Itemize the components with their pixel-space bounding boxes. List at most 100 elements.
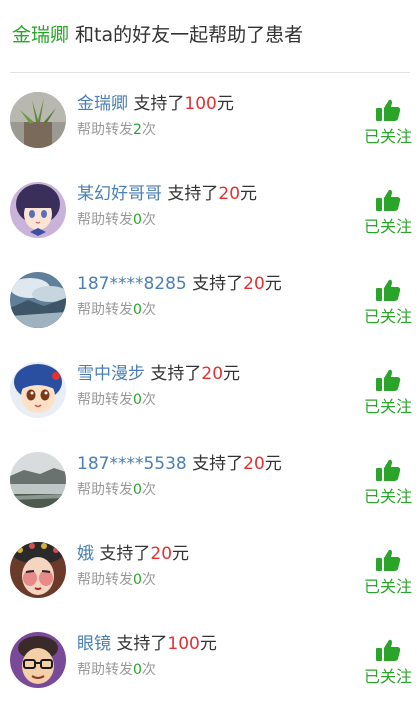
forward-prefix: 帮助转发 (77, 212, 133, 228)
header-text: 和ta的好友一起帮助了患者 (69, 24, 304, 46)
anime-girl-avatar[interactable] (10, 182, 66, 238)
forward-suffix: 次 (141, 662, 156, 678)
support-action-text: 支持了 (186, 454, 244, 474)
forward-count: 0 (133, 572, 142, 588)
follow-button[interactable]: 已关注 (362, 548, 414, 598)
forward-suffix: 次 (141, 482, 156, 498)
supporter-name[interactable]: 眼镜 (77, 634, 111, 654)
support-action-text: 支持了 (162, 184, 219, 204)
supporter-name[interactable]: 某幻好哥哥 (77, 184, 162, 204)
forward-prefix: 帮助转发 (77, 302, 133, 318)
follow-button[interactable]: 已关注 (362, 98, 414, 148)
forward-prefix: 帮助转发 (77, 482, 133, 498)
lake-landscape-avatar[interactable] (10, 452, 66, 508)
forward-info: 帮助转发0次 (77, 390, 156, 410)
supporter-row: 某幻好哥哥 支持了20元 帮助转发0次 已关注 (0, 174, 420, 264)
support-action-text: 支持了 (145, 364, 202, 384)
support-amount: 20 (243, 274, 265, 294)
forward-count: 2 (133, 122, 142, 138)
support-action-text: 支持了 (186, 274, 244, 294)
forward-suffix: 次 (141, 212, 156, 228)
supporter-summary: 眼镜 支持了100元 (77, 632, 217, 656)
follow-label: 已关注 (363, 667, 412, 686)
forward-prefix: 帮助转发 (77, 392, 133, 408)
support-amount: 20 (218, 184, 241, 204)
supporter-name[interactable]: 金瑞卿 (77, 94, 128, 114)
follow-label: 已关注 (363, 577, 412, 596)
forward-info: 帮助转发0次 (77, 480, 156, 500)
supporter-summary: 雪中漫步 支持了20元 (77, 362, 240, 386)
page-header: 金瑞卿 和ta的好友一起帮助了患者 (12, 18, 303, 52)
plant-photo-avatar[interactable] (10, 92, 66, 148)
support-unit: 元 (216, 94, 234, 114)
supporter-name[interactable]: 雪中漫步 (77, 364, 145, 384)
supporter-summary: 187****5538 支持了20元 (77, 452, 282, 476)
support-amount: 20 (150, 544, 173, 564)
thumbs-up-icon (376, 549, 401, 571)
follow-label: 已关注 (363, 487, 412, 506)
follow-button[interactable]: 已关注 (362, 368, 414, 418)
support-amount: 20 (201, 364, 224, 384)
forward-info: 帮助转发2次 (77, 120, 156, 140)
follow-button[interactable]: 已关注 (362, 278, 414, 328)
glasses-man-avatar[interactable] (10, 632, 66, 688)
thumbs-up-icon (376, 369, 401, 391)
forward-info: 帮助转发0次 (77, 570, 156, 590)
thumbs-up-icon (376, 189, 401, 211)
support-unit: 元 (223, 364, 241, 384)
follow-button[interactable]: 已关注 (362, 458, 414, 508)
supporter-summary: 金瑞卿 支持了100元 (77, 92, 234, 116)
support-unit: 元 (199, 634, 217, 654)
supporter-row: 187****8285 支持了20元 帮助转发0次 已关注 (0, 264, 420, 354)
supporter-name[interactable]: 187****5538 (77, 454, 187, 474)
forward-info: 帮助转发0次 (77, 660, 156, 680)
follow-label: 已关注 (363, 217, 412, 236)
header-user-name[interactable]: 金瑞卿 (12, 24, 69, 46)
supporter-summary: 娥 支持了20元 (77, 542, 189, 566)
header-divider (10, 72, 410, 73)
thumbs-up-icon (376, 99, 401, 121)
opera-mask-avatar[interactable] (10, 542, 66, 598)
supporter-name[interactable]: 娥 (77, 544, 94, 564)
forward-info: 帮助转发0次 (77, 300, 156, 320)
support-unit: 元 (240, 184, 258, 204)
forward-count: 0 (133, 212, 142, 228)
follow-button[interactable]: 已关注 (362, 638, 414, 688)
supporter-row: 187****5538 支持了20元 帮助转发0次 已关注 (0, 444, 420, 534)
supporter-row: 金瑞卿 支持了100元 帮助转发2次 已关注 (0, 84, 420, 174)
forward-suffix: 次 (141, 122, 156, 138)
forward-prefix: 帮助转发 (77, 662, 133, 678)
support-unit: 元 (172, 544, 190, 564)
forward-count: 0 (133, 302, 142, 318)
support-amount: 100 (184, 94, 217, 114)
forward-count: 0 (133, 392, 142, 408)
support-amount: 20 (243, 454, 265, 474)
follow-button[interactable]: 已关注 (362, 188, 414, 238)
sky-landscape-avatar[interactable] (10, 272, 66, 328)
supporter-row: 雪中漫步 支持了20元 帮助转发0次 已关注 (0, 354, 420, 444)
thumbs-up-icon (376, 639, 401, 661)
cartoon-face-avatar[interactable] (10, 362, 66, 418)
support-action-text: 支持了 (128, 94, 185, 114)
supporter-name[interactable]: 187****8285 (77, 274, 187, 294)
supporter-row: 眼镜 支持了100元 帮助转发0次 已关注 (0, 624, 420, 714)
thumbs-up-icon (376, 459, 401, 481)
follow-label: 已关注 (363, 307, 412, 326)
supporter-list: 金瑞卿 支持了100元 帮助转发2次 已关注 某幻好哥哥 支持了20元 帮助转发… (0, 84, 420, 714)
forward-suffix: 次 (141, 302, 156, 318)
thumbs-up-icon (376, 279, 401, 301)
supporter-summary: 187****8285 支持了20元 (77, 272, 282, 296)
support-action-text: 支持了 (111, 634, 168, 654)
forward-info: 帮助转发0次 (77, 210, 156, 230)
support-unit: 元 (264, 454, 282, 474)
forward-prefix: 帮助转发 (77, 572, 133, 588)
forward-suffix: 次 (141, 572, 156, 588)
support-amount: 100 (167, 634, 200, 654)
supporter-summary: 某幻好哥哥 支持了20元 (77, 182, 257, 206)
forward-count: 0 (133, 482, 142, 498)
follow-label: 已关注 (363, 397, 412, 416)
forward-suffix: 次 (141, 392, 156, 408)
follow-label: 已关注 (363, 127, 412, 146)
support-action-text: 支持了 (94, 544, 151, 564)
supporter-row: 娥 支持了20元 帮助转发0次 已关注 (0, 534, 420, 624)
